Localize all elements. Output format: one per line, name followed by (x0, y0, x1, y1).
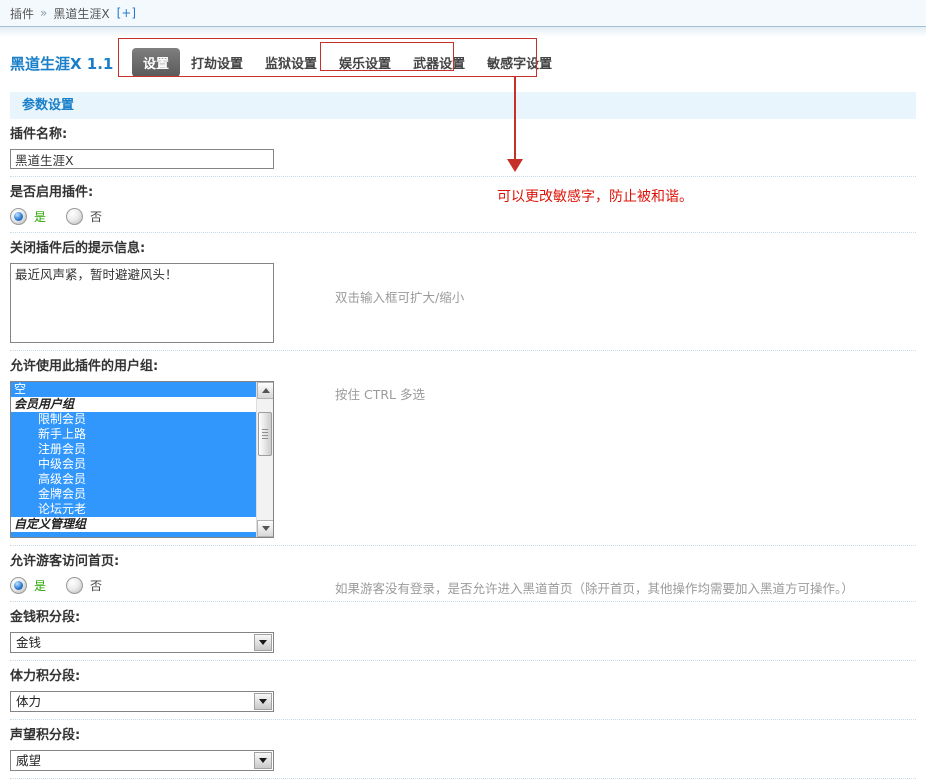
scroll-down-icon (262, 526, 270, 531)
breadcrumb-link-plugins[interactable]: 插件 (10, 5, 34, 22)
energy-credit-selected-value: 体力 (11, 692, 273, 711)
tab-1-打劫设置[interactable]: 打劫设置 (180, 48, 254, 77)
breadcrumb-current-page: 黑道生涯X (53, 5, 109, 22)
usergroup-option-3[interactable]: 新手上路 (11, 427, 256, 442)
scrollbar-thumb[interactable] (258, 412, 272, 456)
usergroup-option-0[interactable]: 空 (11, 382, 256, 397)
usergroups-scrollbar[interactable] (256, 382, 273, 537)
usergroup-option-4[interactable]: 注册会员 (11, 442, 256, 457)
dropdown-arrow-icon[interactable] (254, 693, 272, 710)
money-credit-select[interactable]: 金钱 (10, 632, 274, 653)
row-energy-credit: 体力积分段: 体力 (10, 661, 916, 720)
tab-3-娱乐设置[interactable]: 娱乐设置 (328, 48, 402, 77)
tab-2-监狱设置[interactable]: 监狱设置 (254, 48, 328, 77)
guest-access-hint: 如果游客没有登录，是否允许进入黑道首页（除开首页，其他操作均需要加入黑道方可操作… (335, 578, 854, 597)
prestige-credit-selected-value: 威望 (11, 751, 273, 770)
guest-access-radio-yes[interactable] (10, 577, 27, 594)
enable-plugin-label: 是否启用插件: (10, 185, 916, 201)
usergroup-option-5[interactable]: 中级会员 (11, 457, 256, 472)
usergroups-partial-item[interactable] (11, 532, 256, 537)
close-message-label: 关闭插件后的提示信息: (10, 241, 916, 257)
usergroup-option-8[interactable]: 论坛元老 (11, 502, 256, 517)
plugin-name-input[interactable] (10, 149, 274, 169)
usergroup-option-9[interactable]: 自定义管理组 (11, 517, 256, 532)
plugin-name-label: 插件名称: (10, 127, 916, 143)
breadcrumb-expand-link[interactable]: [+] (117, 6, 136, 20)
row-guest-access: 允许游客访问首页: 是 否 如果游客没有登录，是否允许进入黑道首页（除开首页，其… (10, 546, 916, 602)
usergroup-option-2[interactable]: 限制会员 (11, 412, 256, 427)
enable-plugin-radio-group: 是 否 (10, 207, 916, 225)
usergroup-option-6[interactable]: 高级会员 (11, 472, 256, 487)
dropdown-arrow-icon[interactable] (254, 634, 272, 651)
usergroup-option-1[interactable]: 会员用户组 (11, 397, 256, 412)
usergroups-listbox[interactable]: 空会员用户组限制会员新手上路注册会员中级会员高级会员金牌会员论坛元老自定义管理组 (10, 381, 274, 538)
scrollbar-up-button[interactable] (257, 382, 274, 399)
tab-4-武器设置[interactable]: 武器设置 (402, 48, 476, 77)
guest-access-yes-label: 是 (34, 577, 46, 594)
guest-access-label: 允许游客访问首页: (10, 554, 916, 570)
header-fade (0, 27, 926, 37)
scroll-up-icon (262, 388, 270, 393)
enable-plugin-radio-no[interactable] (66, 208, 83, 225)
row-plugin-name: 插件名称: (10, 119, 916, 177)
row-money-credit: 金钱积分段: 金钱 (10, 602, 916, 661)
usergroup-option-7[interactable]: 金牌会员 (11, 487, 256, 502)
usergroups-label: 允许使用此插件的用户组: (10, 359, 916, 375)
breadcrumb-separator: » (40, 6, 47, 20)
guest-access-no-label: 否 (90, 577, 102, 594)
enable-plugin-no-label: 否 (90, 208, 102, 225)
prestige-credit-label: 声望积分段: (10, 728, 916, 744)
guest-access-radio-no[interactable] (66, 577, 83, 594)
usergroups-list-items: 空会员用户组限制会员新手上路注册会员中级会员高级会员金牌会员论坛元老自定义管理组 (11, 382, 256, 532)
settings-form: 插件名称: 是否启用插件: 是 否 关闭插件后的提示信息: 最近风声紧，暂时避避… (0, 119, 926, 779)
scrollbar-down-button[interactable] (257, 520, 274, 537)
tab-0-设置[interactable]: 设置 (132, 48, 180, 77)
plugin-header: 黑道生涯X 1.1 设置打劫设置监狱设置娱乐设置武器设置敏感字设置 (0, 37, 926, 92)
row-enable-plugin: 是否启用插件: 是 否 (10, 177, 916, 233)
scroll-grip-icon (262, 429, 268, 439)
row-prestige-credit: 声望积分段: 威望 (10, 720, 916, 779)
enable-plugin-yes-label: 是 (34, 208, 46, 225)
tab-5-敏感字设置[interactable]: 敏感字设置 (476, 48, 563, 77)
close-message-textarea[interactable]: 最近风声紧，暂时避避风头！ (10, 263, 274, 343)
row-close-message: 关闭插件后的提示信息: 最近风声紧，暂时避避风头！ 双击输入框可扩大/缩小 (10, 233, 916, 351)
page-title: 黑道生涯X 1.1 (10, 53, 113, 74)
enable-plugin-radio-yes[interactable] (10, 208, 27, 225)
money-credit-label: 金钱积分段: (10, 610, 916, 626)
breadcrumb: 插件 » 黑道生涯X [+] (0, 0, 926, 27)
money-credit-selected-value: 金钱 (11, 633, 273, 652)
dropdown-arrow-icon[interactable] (254, 752, 272, 769)
row-usergroups: 允许使用此插件的用户组: 空会员用户组限制会员新手上路注册会员中级会员高级会员金… (10, 351, 916, 546)
prestige-credit-select[interactable]: 威望 (10, 750, 274, 771)
tab-bar: 设置打劫设置监狱设置娱乐设置武器设置敏感字设置 (132, 48, 563, 77)
close-message-hint: 双击输入框可扩大/缩小 (335, 287, 464, 306)
section-title-params: 参数设置 (10, 92, 916, 119)
usergroups-hint: 按住 CTRL 多选 (335, 384, 425, 403)
energy-credit-label: 体力积分段: (10, 669, 916, 685)
energy-credit-select[interactable]: 体力 (10, 691, 274, 712)
